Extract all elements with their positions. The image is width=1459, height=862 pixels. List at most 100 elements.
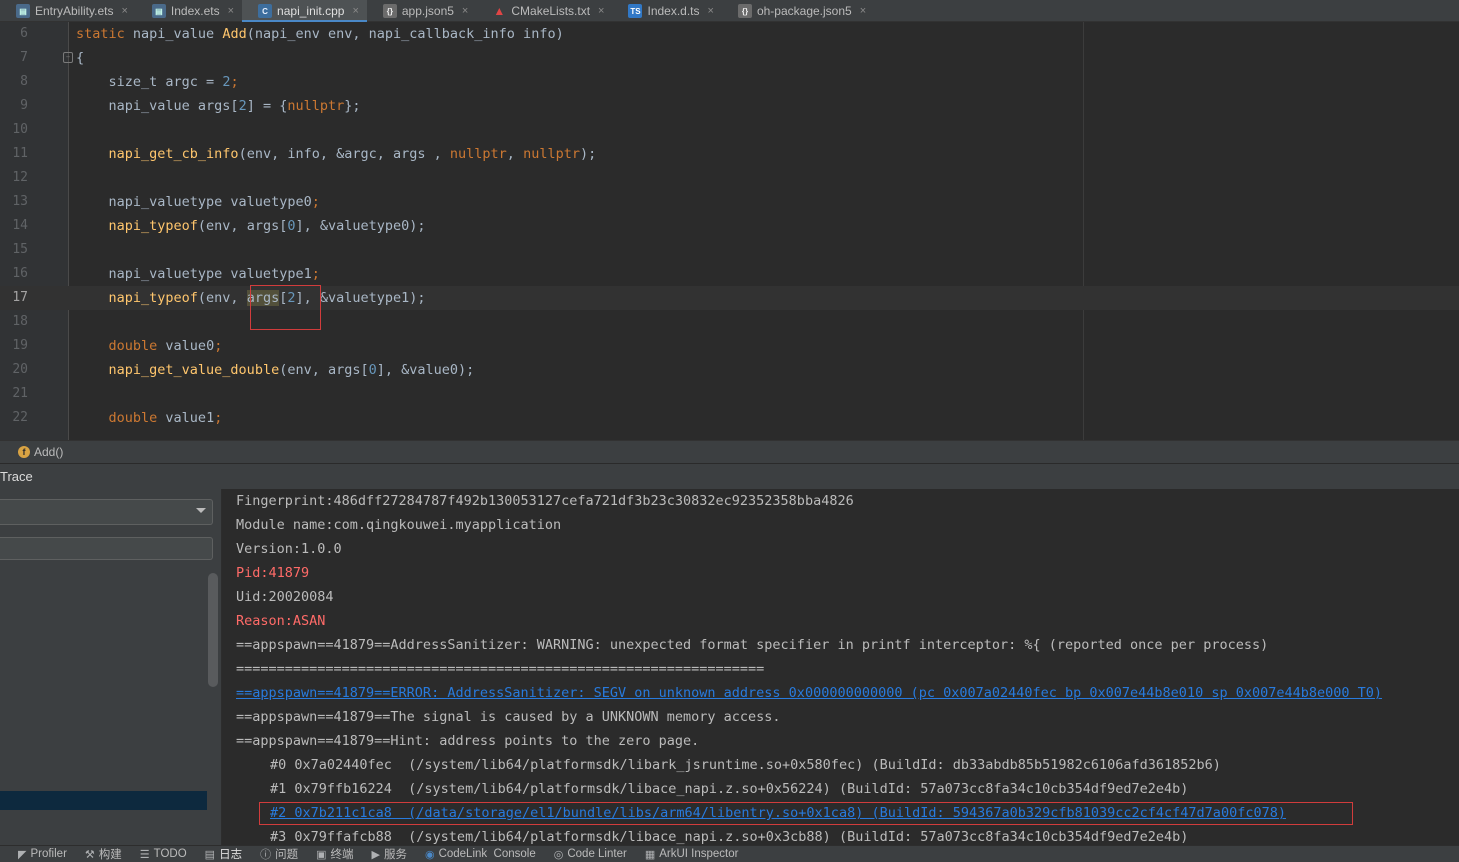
inspector-icon: ▦ <box>644 848 656 861</box>
tab-label: app.json5 <box>401 4 454 18</box>
tab-oh-package-json5[interactable]: {} oh-package.json5 × <box>722 0 874 22</box>
tool-code-linter[interactable]: ◎ Code Linter <box>554 848 627 861</box>
tool-terminal[interactable]: ▣ 终端 <box>316 846 353 862</box>
close-icon[interactable]: × <box>860 5 866 17</box>
tool-arkui-inspector[interactable]: ▦ ArkUI Inspector <box>645 848 739 861</box>
code-line-current[interactable]: 17 napi_typeof(env, args[2], &valuetype1… <box>0 286 1459 310</box>
code-text: napi_valuetype valuetype1; <box>76 266 320 282</box>
code-text: napi_value args[2] = {nullptr}; <box>76 98 361 114</box>
code-text: size_t argc = 2; <box>76 74 239 90</box>
log-line: ==appspawn==41879==Hint: address points … <box>236 733 700 749</box>
close-icon[interactable]: × <box>462 5 468 17</box>
ets-file-icon: ▤ <box>151 4 166 18</box>
code-line[interactable]: 14 napi_typeof(env, args[0], &valuetype0… <box>0 214 1459 238</box>
log-output[interactable]: Fingerprint:486dff27284787f492b130053127… <box>222 489 1459 845</box>
code-line[interactable]: 9 napi_value args[2] = {nullptr}; <box>0 94 1459 118</box>
log-line: Uid:20020084 <box>236 589 334 605</box>
fold-marker-icon[interactable]: − <box>63 52 73 63</box>
code-line[interactable]: 7 − { <box>0 46 1459 70</box>
play-icon: ▶ <box>371 848 380 861</box>
code-line[interactable]: 8 size_t argc = 2; <box>0 70 1459 94</box>
hammer-icon: ⚒ <box>84 848 95 861</box>
tab-app-json5[interactable]: {} app.json5 × <box>367 0 476 22</box>
code-line[interactable]: 21 <box>0 382 1459 406</box>
tab-index-ets[interactable]: ▤ Index.ets × <box>136 0 242 22</box>
tab-label: Index.d.ts <box>647 4 700 18</box>
code-text: double value1; <box>108 410 223 426</box>
line-number: 9 <box>20 98 28 113</box>
line-number: 22 <box>12 410 28 425</box>
filter-input[interactable] <box>0 537 213 560</box>
code-line[interactable]: 20 napi_get_value_double(env, args[0], &… <box>0 358 1459 382</box>
code-line[interactable]: 18 <box>0 310 1459 334</box>
close-icon[interactable]: × <box>708 5 714 17</box>
tool-profiler[interactable]: ◤ Profiler <box>18 848 67 861</box>
log-error-link[interactable]: ==appspawn==41879==ERROR: AddressSanitiz… <box>236 681 1382 705</box>
tool-log[interactable]: ▤ 日志 <box>205 846 242 862</box>
code-editor[interactable]: 6 static napi_value Add(napi_env env, na… <box>0 22 1459 440</box>
log-line: ========================================… <box>236 661 765 677</box>
breadcrumb: f Add() <box>0 440 1459 463</box>
line-number: 16 <box>12 266 28 281</box>
line-number: 18 <box>12 314 28 329</box>
code-line[interactable]: 19 double value0; <box>0 334 1459 358</box>
line-number: 7 <box>20 50 28 65</box>
tool-codelink-console[interactable]: ◉ CodeLink Console <box>425 848 536 861</box>
tab-napi-init-cpp[interactable]: C napi_init.cpp × <box>242 0 367 23</box>
breadcrumb-item[interactable]: Add() <box>34 445 63 459</box>
code-line[interactable]: 16 napi_valuetype valuetype1; <box>0 262 1459 286</box>
line-number: 13 <box>12 194 28 209</box>
process-select[interactable] <box>0 499 213 525</box>
line-number: 14 <box>12 218 28 233</box>
tool-services[interactable]: ▶ 服务 <box>371 846 406 862</box>
tab-index-d-ts[interactable]: TS Index.d.ts × <box>612 0 721 22</box>
log-line: Version:1.0.0 <box>236 541 342 557</box>
function-icon: f <box>18 446 30 458</box>
log-line: Fingerprint:486dff27284787f492b130053127… <box>236 493 854 509</box>
code-line[interactable]: 11 napi_get_cb_info(env, info, &argc, ar… <box>0 142 1459 166</box>
line-number: 20 <box>12 362 28 377</box>
tab-label: napi_init.cpp <box>277 4 345 18</box>
log-line: ==appspawn==41879==AddressSanitizer: WAR… <box>236 637 1269 653</box>
info-icon: ⓘ <box>260 849 272 861</box>
tab-cmakelists-txt[interactable]: ▲ CMakeLists.txt × <box>476 0 612 22</box>
list-item-selected[interactable] <box>0 791 207 810</box>
tool-label: ArkUI Inspector <box>659 848 739 860</box>
tool-label: CodeLink Console <box>438 848 536 860</box>
chevron-down-icon <box>196 508 206 513</box>
close-icon[interactable]: × <box>121 5 127 17</box>
close-icon[interactable]: × <box>228 5 234 17</box>
tool-label: 日志 <box>219 849 243 861</box>
line-number: 6 <box>20 26 28 41</box>
line-number: 12 <box>12 170 28 185</box>
line-number: 17 <box>12 290 28 305</box>
tool-problems[interactable]: ⓘ 问题 <box>260 846 298 862</box>
code-text: { <box>76 50 85 66</box>
tool-todo[interactable]: ☰ TODO <box>140 848 187 861</box>
code-line[interactable]: 6 static napi_value Add(napi_env env, na… <box>0 22 1459 46</box>
log-line-pid: Pid:41879 <box>236 565 310 581</box>
code-line[interactable]: 12 <box>0 166 1459 190</box>
code-line[interactable]: 15 <box>0 238 1459 262</box>
json5-file-icon: {} <box>382 4 397 18</box>
code-line[interactable]: 13 napi_valuetype valuetype0; <box>0 190 1459 214</box>
scrollbar[interactable] <box>208 573 218 687</box>
code-text: napi_get_cb_info(env, info, &argc, args … <box>108 146 597 162</box>
code-line[interactable]: 10 <box>0 118 1459 142</box>
tool-label: Code Linter <box>567 848 627 860</box>
cmake-file-icon: ▲ <box>493 4 506 18</box>
profiler-icon: ◤ <box>18 848 27 861</box>
terminal-icon: ▣ <box>316 848 327 861</box>
line-number: 11 <box>12 146 28 161</box>
code-text: static napi_value Add(napi_env env, napi… <box>76 26 564 42</box>
close-icon[interactable]: × <box>352 5 358 17</box>
tool-label: TODO <box>153 848 187 860</box>
tool-build[interactable]: ⚒ 构建 <box>85 846 122 862</box>
editor-tab-bar: ▤ EntryAbility.ets × ▤ Index.ets × C nap… <box>0 0 1459 23</box>
tab-label: Index.ets <box>170 4 220 18</box>
close-icon[interactable]: × <box>598 5 604 17</box>
code-text: double value0; <box>108 338 223 354</box>
tab-entryability-ets[interactable]: ▤ EntryAbility.ets × <box>0 0 136 22</box>
code-line[interactable]: 22 double value1; <box>0 406 1459 430</box>
cpp-file-icon: C <box>258 4 273 18</box>
